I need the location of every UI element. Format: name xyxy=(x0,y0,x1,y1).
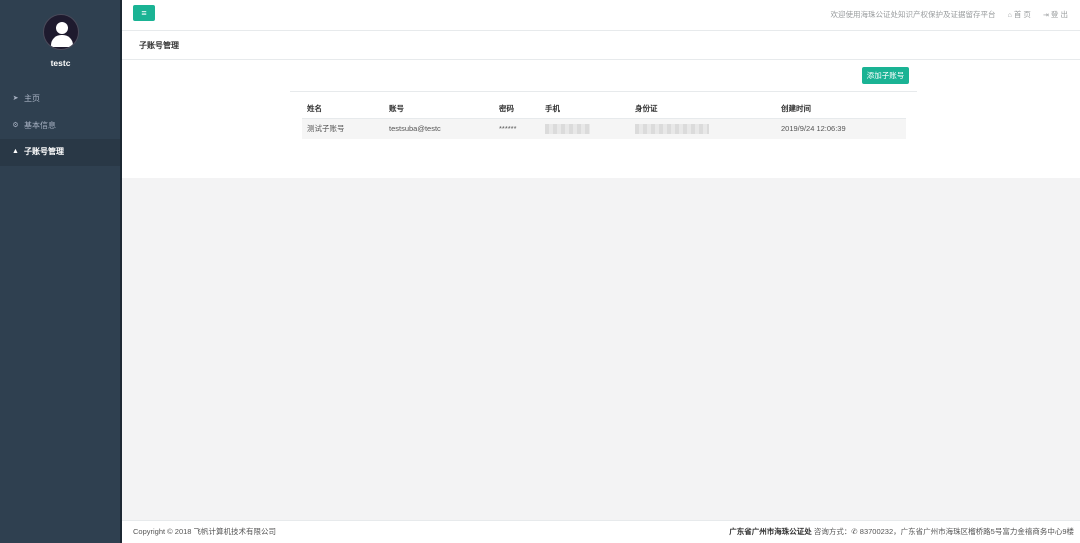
cell-phone-redacted xyxy=(545,124,590,134)
table-header: 姓名 账号 密码 手机 身份证 创建时间 xyxy=(302,99,906,119)
sidebar-item-label: 子账号管理 xyxy=(24,147,64,156)
phone-icon: ✆ xyxy=(851,527,858,536)
avatar-head xyxy=(55,22,68,34)
cell-id-card-redacted xyxy=(635,124,709,134)
avatar[interactable] xyxy=(42,14,79,50)
contact-phone: 83700232 xyxy=(859,527,894,536)
username: testc xyxy=(50,58,71,68)
avatar-body xyxy=(50,35,73,47)
sidebar-item-sub-accounts[interactable]: ▲ 子账号管理 xyxy=(0,139,121,166)
sidebar-item-label: 基本信息 xyxy=(24,120,56,130)
logout-link[interactable]: 登 出 xyxy=(1051,10,1068,19)
footer: Copyright © 2018 飞帆计算机技术有限公司 广东省广州市海珠公证处… xyxy=(122,520,1080,543)
sub-account-table: 姓名 账号 密码 手机 身份证 创建时间 测试子账号 testsuba@test… xyxy=(302,99,906,139)
page-title: 子账号管理 xyxy=(122,31,1080,60)
user-icon: ▲ xyxy=(12,148,19,155)
org-name: 广东省广州市海珠公证处 xyxy=(729,527,812,536)
profile: testc xyxy=(0,0,121,86)
header-name[interactable]: 姓名 xyxy=(307,99,322,119)
contact-address: ，广东省广州市海珠区榴桥路5号富力金禧商务中心9楼 xyxy=(893,527,1074,536)
sidebar-nav: ➤ 主页 ⚙ 基本信息 ▲ 子账号管理 xyxy=(0,86,121,166)
sidebar-item-home[interactable]: ➤ 主页 xyxy=(0,86,121,113)
copyright-text: Copyright © 2018 飞帆计算机技术有限公司 xyxy=(133,527,277,536)
header-password[interactable]: 密码 xyxy=(499,99,514,119)
add-sub-account-button[interactable]: 添加子账号 xyxy=(862,67,909,84)
hamburger-icon: ≡ xyxy=(141,8,147,18)
sidebar: testc ➤ 主页 ⚙ 基本信息 ▲ 子账号管理 xyxy=(0,0,122,543)
sidebar-item-label: 主页 xyxy=(24,94,40,103)
sidebar-item-basic-info[interactable]: ⚙ 基本信息 xyxy=(0,113,121,140)
top-bar: ≡ 欢迎使用海珠公证处知识产权保护及证据留存平台 ⌂ 首 页 ⇥ 登 出 xyxy=(122,0,1080,31)
contact-info: 广东省广州市海珠公证处 咨询方式：✆ 83700232，广东省广州市海珠区榴桥路… xyxy=(729,521,1074,543)
header-phone[interactable]: 手机 xyxy=(545,99,560,119)
home-link[interactable]: 首 页 xyxy=(1014,10,1031,19)
welcome-text: 欢迎使用海珠公证处知识产权保护及证据留存平台 xyxy=(830,10,996,19)
home-icon: ⌂ xyxy=(1007,12,1012,19)
contact-label: 咨询方式： xyxy=(813,527,852,536)
divider xyxy=(290,91,917,92)
menu-toggle-button[interactable]: ≡ xyxy=(133,5,155,21)
cell-created: 2019/9/24 12:06:39 xyxy=(781,124,846,133)
table-row[interactable]: 测试子账号 testsuba@testc ****** 2019/9/24 12… xyxy=(302,119,906,139)
gear-icon: ⚙ xyxy=(12,121,19,129)
header-created[interactable]: 创建时间 xyxy=(781,99,811,119)
cell-password: ****** xyxy=(499,124,517,133)
paper-plane-icon: ➤ xyxy=(12,95,19,102)
header-id-card[interactable]: 身份证 xyxy=(635,99,658,119)
cell-account: testsuba@testc xyxy=(389,124,441,133)
content-panel: 添加子账号 姓名 账号 密码 手机 身份证 创建时间 测试子账号 testsub… xyxy=(122,60,1080,178)
cell-name: 测试子账号 xyxy=(307,124,345,133)
header-account[interactable]: 账号 xyxy=(389,99,404,119)
logout-icon: ⇥ xyxy=(1043,12,1049,19)
top-right-links: 欢迎使用海珠公证处知识产权保护及证据留存平台 ⌂ 首 页 ⇥ 登 出 xyxy=(825,9,1068,20)
